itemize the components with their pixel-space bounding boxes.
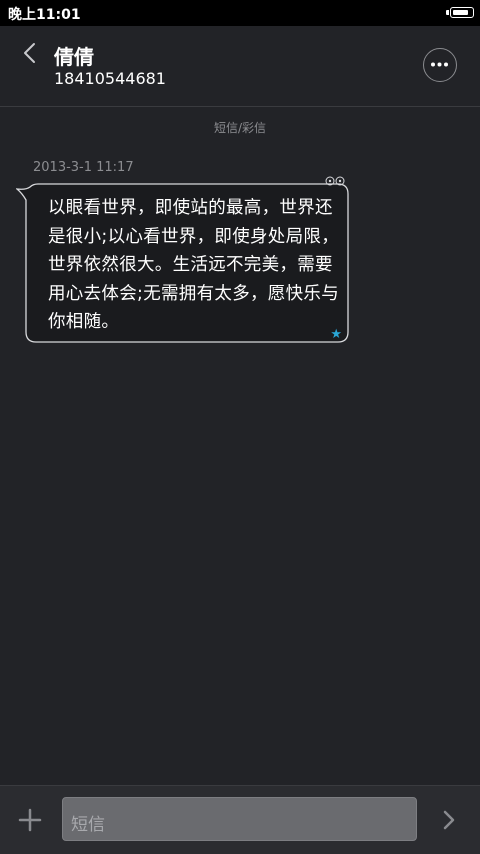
battery-icon xyxy=(450,7,474,18)
conversation-header: 倩倩 18410544681 xyxy=(0,26,480,107)
input-placeholder: 短信 xyxy=(71,815,105,835)
emoticon-icon xyxy=(325,176,345,186)
battery-cap xyxy=(446,10,449,15)
plus-icon xyxy=(18,808,42,832)
contact-name: 倩倩 xyxy=(54,45,94,69)
star-icon[interactable]: ★ xyxy=(330,327,342,342)
message-input[interactable]: 短信 xyxy=(62,797,417,841)
send-button[interactable] xyxy=(436,806,462,834)
add-attachment-button[interactable] xyxy=(14,804,46,836)
more-button[interactable] xyxy=(423,48,457,82)
chevron-right-icon xyxy=(443,810,455,830)
battery-fill xyxy=(453,10,469,15)
message-timestamp: 2013-3-1 11:17 xyxy=(33,160,134,175)
message-bubble[interactable]: 以眼看世界，即使站的最高，世界还是很小;以心看世界，即使身处局限，世界依然很大。… xyxy=(16,176,349,344)
contact-number: 18410544681 xyxy=(54,69,166,88)
more-dots-icon xyxy=(431,62,448,67)
composer-bar: 短信 xyxy=(0,785,480,854)
status-time: 晚上11:01 xyxy=(8,7,81,23)
back-button[interactable] xyxy=(16,38,46,68)
status-bar: 晚上11:01 xyxy=(0,0,480,26)
message-text: 以眼看世界，即使站的最高，世界还是很小;以心看世界，即使身处局限，世界依然很大。… xyxy=(48,198,339,332)
message-type-label: 短信/彩信 xyxy=(213,121,267,135)
chevron-left-icon xyxy=(24,43,35,63)
